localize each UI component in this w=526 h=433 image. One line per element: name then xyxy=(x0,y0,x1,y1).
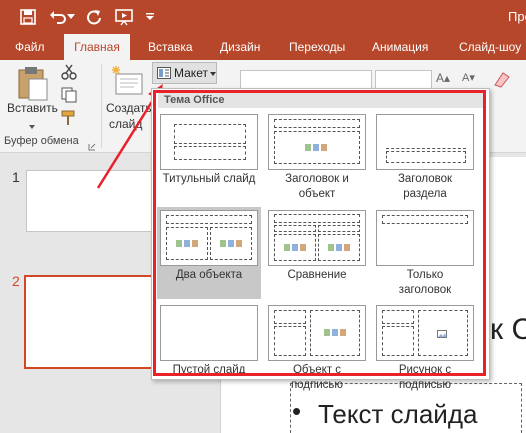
slide-title-fragment: к С xyxy=(490,313,526,346)
layout-preview xyxy=(268,305,366,361)
layout-icon xyxy=(157,67,171,79)
layout-button-label: Макет xyxy=(174,66,208,80)
new-slide-label[interactable]: Создать xyxy=(106,101,152,115)
ribbon-separator xyxy=(101,64,102,148)
layout-preview xyxy=(268,210,366,266)
paste-button-label[interactable]: Вставить xyxy=(7,101,58,115)
layout-option-label: Только заголовок xyxy=(398,269,452,296)
undo-icon[interactable] xyxy=(48,7,68,27)
clear-format-icon[interactable] xyxy=(492,71,512,89)
layout-preview xyxy=(160,305,258,361)
layout-option-title-slide[interactable]: Титульный слайд xyxy=(157,111,261,203)
layout-option-comparison[interactable]: Сравнение xyxy=(265,207,369,299)
layout-option-content-caption[interactable]: Объект с подписью xyxy=(265,302,369,394)
slide-number: 1 xyxy=(12,169,20,185)
clipboard-launcher-icon[interactable] xyxy=(88,138,96,151)
tab-slideshow[interactable]: Слайд-шоу xyxy=(459,34,521,60)
chevron-down-icon xyxy=(210,72,216,76)
layout-option-two-content[interactable]: Два объекта xyxy=(157,207,261,299)
tab-insert[interactable]: Вставка xyxy=(148,34,193,60)
paste-icon[interactable] xyxy=(16,66,50,102)
customize-qat-icon[interactable] xyxy=(144,7,156,27)
window-title: Пре xyxy=(508,9,526,24)
layout-option-label: Пустой слайд xyxy=(172,364,246,376)
slide-body-text: Текст слайда xyxy=(318,399,478,429)
tab-animation[interactable]: Анимация xyxy=(372,34,428,60)
layout-option-label: Титульный слайд xyxy=(162,173,256,185)
gallery-header: Тема Office xyxy=(158,92,483,108)
paste-dropdown-icon[interactable] xyxy=(29,117,35,129)
layout-option-label: Рисунок с подписью xyxy=(398,364,452,391)
tab-file[interactable]: Файл xyxy=(15,34,45,60)
layout-option-label: Заголовок раздела xyxy=(397,173,453,200)
undo-dropdown-icon[interactable] xyxy=(66,7,76,27)
copy-icon[interactable] xyxy=(60,87,78,103)
layout-preview xyxy=(268,114,366,170)
slideshow-icon[interactable] xyxy=(114,7,134,27)
decrease-font-icon[interactable]: A▾ xyxy=(462,71,484,89)
picture-icon xyxy=(437,330,447,338)
slide-number-selected: 2 xyxy=(12,273,20,289)
tab-home[interactable]: Главная xyxy=(64,34,130,60)
layout-option-label: Объект с подписью xyxy=(290,364,344,391)
save-icon[interactable] xyxy=(18,7,38,27)
redo-icon[interactable] xyxy=(84,7,104,27)
new-slide-label-2[interactable]: слайд xyxy=(109,117,142,131)
format-painter-icon[interactable] xyxy=(60,110,78,126)
layout-option-label: Заголовок и объект xyxy=(285,173,349,200)
layout-option-label: Сравнение xyxy=(287,269,347,281)
layout-button[interactable]: Макет xyxy=(152,62,217,84)
layout-option-title-only[interactable]: Только заголовок xyxy=(373,207,477,299)
cut-icon[interactable] xyxy=(60,64,78,80)
layout-option-title-content[interactable]: Заголовок и объект xyxy=(265,111,369,203)
title-bar: Пре xyxy=(0,0,526,34)
tab-transitions[interactable]: Переходы xyxy=(289,34,345,60)
increase-font-icon[interactable]: A▴ xyxy=(436,71,458,89)
layout-option-label: Два объекта xyxy=(175,269,243,281)
layout-option-blank[interactable]: Пустой слайд xyxy=(157,302,261,394)
tab-design[interactable]: Дизайн xyxy=(220,34,260,60)
layout-gallery: Тема Office Титульный слайд Заголовок и … xyxy=(151,88,490,391)
layout-preview xyxy=(376,305,474,361)
layout-option-section-header[interactable]: Заголовок раздела xyxy=(373,111,477,203)
layout-preview xyxy=(160,210,258,266)
layout-preview xyxy=(160,114,258,170)
clipboard-group-label: Буфер обмена xyxy=(4,135,79,147)
layout-preview xyxy=(376,210,474,266)
layout-preview xyxy=(376,114,474,170)
bullet-icon: • xyxy=(292,396,302,426)
layout-option-picture-caption[interactable]: Рисунок с подписью xyxy=(373,302,477,394)
new-slide-icon[interactable] xyxy=(110,64,144,98)
ribbon-tabs: Файл Главная Вставка Дизайн Переходы Ани… xyxy=(0,34,526,60)
